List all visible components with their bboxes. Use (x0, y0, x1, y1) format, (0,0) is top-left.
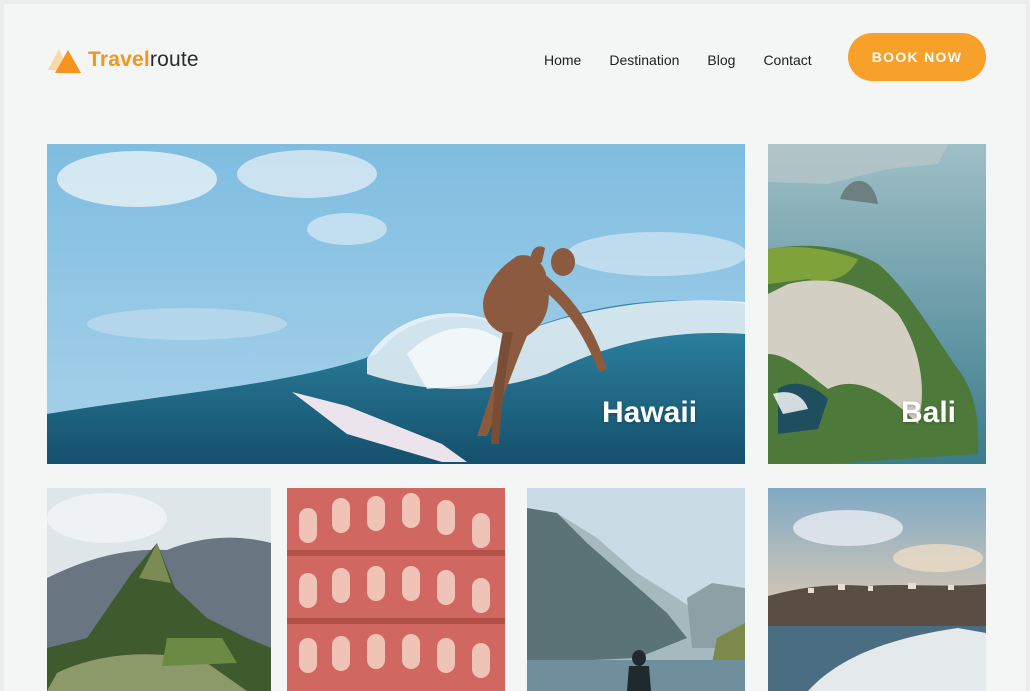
destination-card-mountains[interactable] (47, 488, 271, 691)
nav-blog[interactable]: Blog (707, 52, 735, 68)
nav-home[interactable]: Home (544, 52, 581, 68)
nav-destination[interactable]: Destination (609, 52, 679, 68)
destination-label-hawaii: Hawaii (602, 396, 698, 429)
destination-card-palace[interactable] (287, 488, 505, 691)
book-now-button[interactable]: BOOK NOW (848, 33, 986, 81)
brand-name-light: route (149, 47, 199, 71)
destination-card-bali[interactable]: Bali (768, 144, 986, 464)
fjord-image (527, 488, 745, 691)
destination-label-bali: Bali (901, 396, 957, 429)
logo-triangle-icon (48, 49, 81, 73)
machu-picchu-image (47, 488, 271, 691)
destination-card-fjord[interactable] (527, 488, 745, 691)
destination-card-hawaii[interactable]: Hawaii (47, 144, 745, 464)
brand-name: Travelroute (88, 49, 199, 70)
palace-image (287, 488, 505, 691)
destination-card-coast[interactable] (768, 488, 986, 691)
nav-contact[interactable]: Contact (763, 52, 811, 68)
main-nav: Home Destination Blog Contact (544, 52, 840, 68)
brand-name-bold: Travel (88, 47, 150, 71)
coast-image (768, 488, 986, 691)
brand-logo[interactable]: Travelroute (46, 44, 199, 74)
